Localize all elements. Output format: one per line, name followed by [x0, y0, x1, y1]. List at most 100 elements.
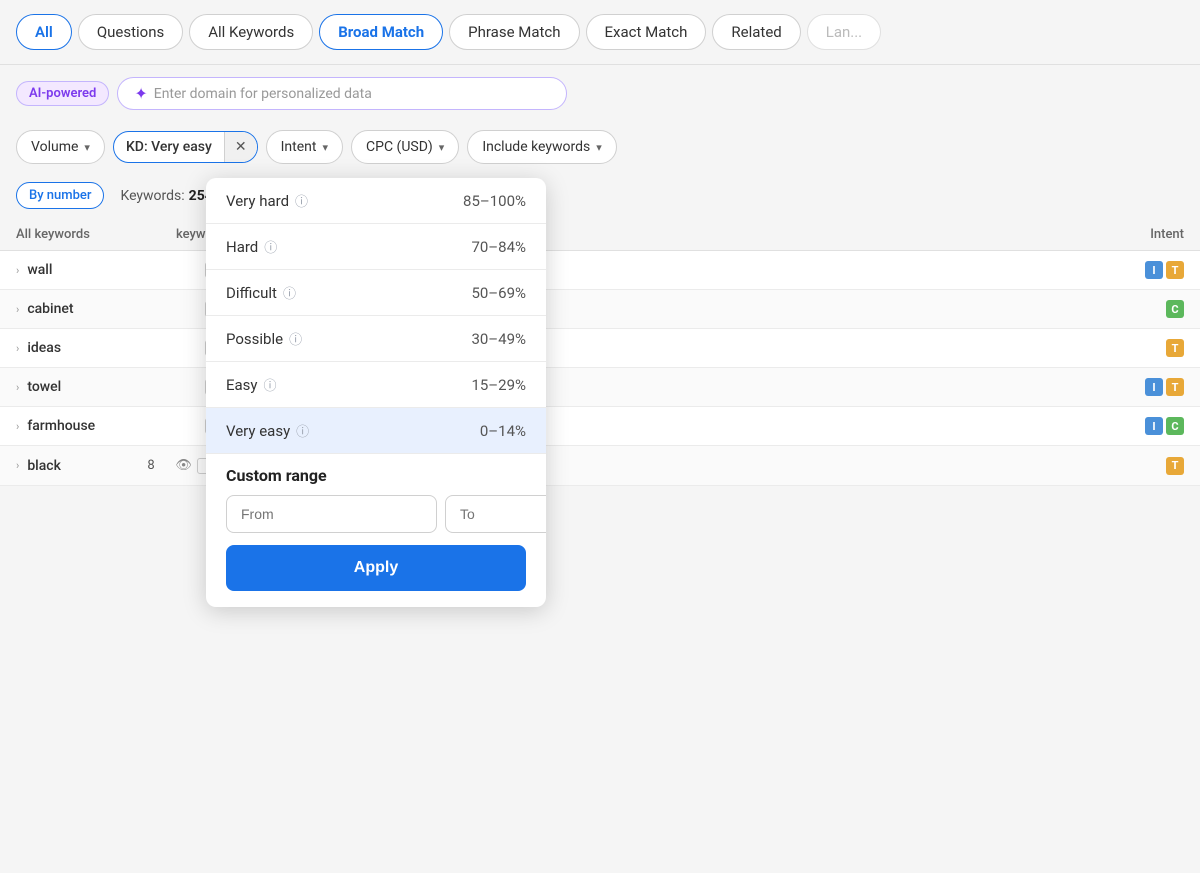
- cpc-label: CPC (USD): [366, 139, 433, 155]
- tab-phrase-match[interactable]: Phrase Match: [449, 14, 579, 50]
- badge-c: C: [1166, 300, 1184, 318]
- row-chevron-icon[interactable]: ›: [16, 459, 19, 472]
- table-row: › ideas decorative kitchen towels ▭ T: [0, 329, 1200, 368]
- info-icon: ⓘ: [296, 421, 314, 440]
- intent-badges: I C: [1124, 417, 1184, 435]
- tab-exact-match[interactable]: Exact Match: [586, 14, 707, 50]
- kd-option-range: 15–29%: [471, 376, 526, 394]
- include-keywords-filter[interactable]: Include keywords ▾: [467, 130, 616, 164]
- info-icon: ⓘ: [264, 375, 282, 394]
- apply-button[interactable]: Apply: [226, 545, 526, 591]
- info-icon: ⓘ: [295, 191, 313, 210]
- tab-questions[interactable]: Questions: [78, 14, 183, 50]
- tab-related[interactable]: Related: [712, 14, 800, 50]
- row-keyword: black: [27, 458, 147, 474]
- tabs-row: All Questions All Keywords Broad Match P…: [0, 0, 1200, 65]
- intent-badges: I T: [1124, 378, 1184, 396]
- col-all-keywords: All keywords: [16, 227, 176, 242]
- kd-option-label: Very hard: [226, 192, 289, 210]
- kd-option-very-easy[interactable]: Very easy ⓘ 0–14%: [206, 408, 546, 453]
- ai-powered-badge: AI-powered: [16, 81, 109, 106]
- tab-broad-match[interactable]: Broad Match: [319, 14, 443, 50]
- ai-input-placeholder: Enter domain for personalized data: [154, 86, 372, 102]
- volume-label: Volume: [31, 139, 78, 155]
- filter-row: Volume ▾ KD: Very easy ✕ Intent ▾ CPC (U…: [0, 122, 1200, 172]
- cpc-filter[interactable]: CPC (USD) ▾: [351, 130, 459, 164]
- kd-filter[interactable]: KD: Very easy ✕: [113, 131, 258, 163]
- kd-option-label: Possible: [226, 330, 283, 348]
- intent-label: Intent: [281, 139, 317, 155]
- badge-i: I: [1145, 261, 1163, 279]
- row-chevron-icon[interactable]: ›: [16, 342, 19, 355]
- badge-i: I: [1145, 378, 1163, 396]
- custom-range-title: Custom range: [226, 466, 526, 485]
- kd-option-difficult[interactable]: Difficult ⓘ 50–69%: [206, 270, 546, 315]
- sparkle-icon: ✦: [134, 84, 147, 103]
- intent-chevron-icon: ▾: [322, 141, 328, 154]
- intent-badges: I T: [1124, 261, 1184, 279]
- table-row: › black 8 👁 ⊕ kitchen stickers wall deco…: [0, 446, 1200, 486]
- intent-filter[interactable]: Intent ▾: [266, 130, 343, 164]
- table-body: › wall kitchen cutting board decor for w…: [0, 251, 1200, 486]
- badge-t: T: [1166, 378, 1184, 396]
- intent-badges: T: [1124, 339, 1184, 357]
- badge-t: T: [1166, 457, 1184, 475]
- row-chevron-icon[interactable]: ›: [16, 420, 19, 433]
- intent-badges: T: [1124, 457, 1184, 475]
- table-row: › wall kitchen cutting board decor for w…: [0, 251, 1200, 290]
- row-keyword: farmhouse: [27, 418, 147, 434]
- table-row: › towel black kitchen decor ▭ I T: [0, 368, 1200, 407]
- kd-option-label: Hard: [226, 238, 258, 256]
- kd-option-range: 85–100%: [463, 192, 526, 210]
- row-eye-icon: 👁: [175, 458, 197, 473]
- kd-filter-clear[interactable]: ✕: [224, 132, 257, 162]
- ai-bar-row: AI-powered ✦ Enter domain for personaliz…: [0, 65, 1200, 122]
- kd-option-possible[interactable]: Possible ⓘ 30–49%: [206, 316, 546, 361]
- col-intent: Intent: [1104, 227, 1184, 242]
- badge-c: C: [1166, 417, 1184, 435]
- tab-lan[interactable]: Lan...: [807, 14, 881, 50]
- row-num: 8: [147, 458, 175, 473]
- to-input[interactable]: [445, 495, 546, 533]
- info-icon: ⓘ: [283, 283, 301, 302]
- kd-option-easy[interactable]: Easy ⓘ 15–29%: [206, 362, 546, 407]
- kd-option-label: Very easy: [226, 422, 290, 440]
- cpc-chevron-icon: ▾: [439, 141, 445, 154]
- tab-all-keywords[interactable]: All Keywords: [189, 14, 313, 50]
- kd-option-very-hard[interactable]: Very hard ⓘ 85–100%: [206, 178, 546, 223]
- row-chevron-icon[interactable]: ›: [16, 381, 19, 394]
- kd-option-label: Difficult: [226, 284, 277, 302]
- row-keyword: ideas: [27, 340, 147, 356]
- row-chevron-icon[interactable]: ›: [16, 264, 19, 277]
- kd-filter-label: KD: Very easy: [114, 132, 224, 162]
- badge-t: T: [1166, 339, 1184, 357]
- volume-filter[interactable]: Volume ▾: [16, 130, 105, 164]
- badge-i: I: [1145, 417, 1163, 435]
- from-input[interactable]: [226, 495, 437, 533]
- kd-option-range: 30–49%: [471, 330, 526, 348]
- by-number-button[interactable]: By number: [16, 182, 104, 209]
- volume-chevron-icon: ▾: [84, 141, 90, 154]
- badge-t: T: [1166, 261, 1184, 279]
- custom-range-inputs: [226, 495, 526, 533]
- table-header: All keywords keyword Intent: [0, 219, 1200, 251]
- intent-badges: C: [1124, 300, 1184, 318]
- keywords-prefix: Keywords:: [120, 188, 184, 204]
- info-icon: ⓘ: [264, 237, 282, 256]
- include-keywords-label: Include keywords: [482, 139, 590, 155]
- kd-option-range: 0–14%: [480, 422, 526, 440]
- kd-dropdown: Very hard ⓘ 85–100% Hard ⓘ 70–84% Diffic…: [206, 178, 546, 607]
- row-chevron-icon[interactable]: ›: [16, 303, 19, 316]
- kd-option-label: Easy: [226, 376, 258, 394]
- row-keyword: wall: [27, 262, 147, 278]
- info-icon: ⓘ: [289, 329, 307, 348]
- table-row: › cabinet farmhouse kitchen wall decor ▭…: [0, 290, 1200, 329]
- row-keyword: towel: [27, 379, 147, 395]
- kd-option-hard[interactable]: Hard ⓘ 70–84%: [206, 224, 546, 269]
- custom-range-section: Custom range Apply: [206, 454, 546, 607]
- ai-input-container[interactable]: ✦ Enter domain for personalized data: [117, 77, 567, 110]
- row-keyword: cabinet: [27, 301, 147, 317]
- tab-all[interactable]: All: [16, 14, 72, 50]
- table-row: › farmhouse kitchen metal wall decor ▭ I…: [0, 407, 1200, 446]
- kd-option-range: 70–84%: [471, 238, 526, 256]
